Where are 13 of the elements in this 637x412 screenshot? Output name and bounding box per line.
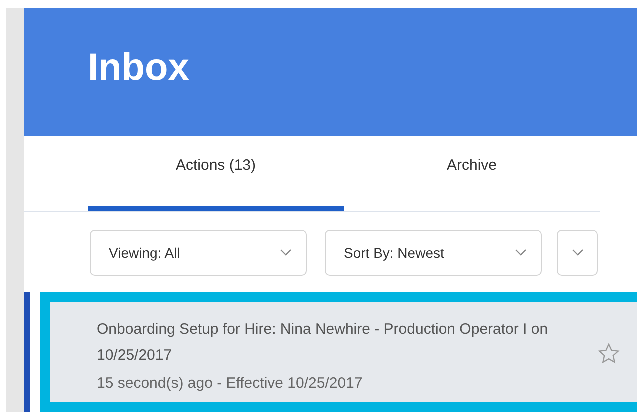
- item-title: Onboarding Setup for Hire: Nina Newhire - Production Operator I on 10/25/2017: [97, 320, 550, 366]
- chevron-down-icon: [280, 249, 292, 257]
- tab[interactable]: Actions (13): [88, 136, 344, 211]
- expand-button[interactable]: [557, 230, 598, 276]
- inbox-item[interactable]: Onboarding Setup for Hire: Nina Newhire - Production Operator I on 10/25/2017 15 second(s) ago - Effective 10/25/2017: [40, 292, 637, 412]
- star-icon[interactable]: [597, 342, 621, 366]
- chevron-down-icon: [515, 249, 527, 257]
- dropdown[interactable]: Viewing: All: [90, 230, 307, 276]
- page-title: Inbox: [88, 46, 190, 90]
- dropdown[interactable]: Sort By: Newest: [325, 230, 542, 276]
- tab[interactable]: Archive: [344, 136, 600, 211]
- item-subtitle: 15 second(s) ago - Effective 10/25/2017: [97, 374, 364, 392]
- chevron-down-icon: [572, 249, 584, 257]
